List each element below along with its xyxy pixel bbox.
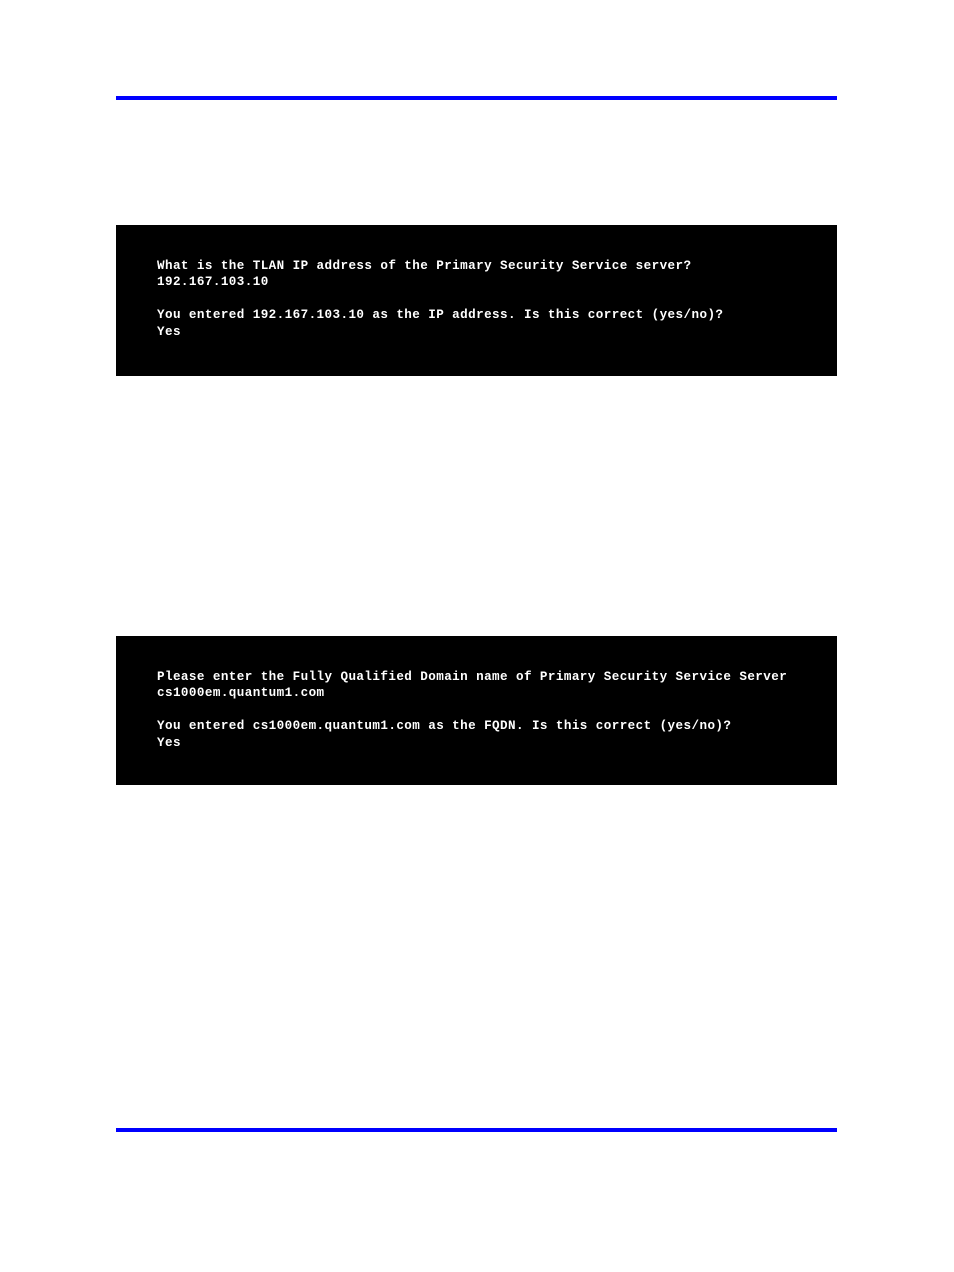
terminal-line: You entered cs1000em.quantum1.com as the… (157, 719, 732, 734)
terminal-line: What is the TLAN IP address of the Prima… (157, 259, 692, 273)
terminal-line: You entered 192.167.103.10 as the IP add… (157, 308, 724, 323)
terminal-line: Please enter the Fully Qualified Domain … (157, 670, 788, 684)
page-header (116, 52, 837, 92)
terminal-line: Yes (157, 324, 181, 339)
terminal-body: What is the TLAN IP address of the Prima… (157, 258, 829, 340)
terminal-line: 192.167.103.10 (157, 275, 269, 290)
terminal-block-fqdn: Please enter the Fully Qualified Domain … (116, 636, 837, 785)
terminal-block-tlan-ip: What is the TLAN IP address of the Prima… (116, 225, 837, 376)
terminal-line: Yes (157, 735, 181, 750)
header-rule (116, 96, 837, 100)
terminal-body: Please enter the Fully Qualified Domain … (157, 669, 829, 751)
footer-rule (116, 1128, 837, 1132)
document-page: What is the TLAN IP address of the Prima… (0, 0, 954, 1272)
terminal-line: cs1000em.quantum1.com (157, 686, 325, 701)
page-footer (116, 1140, 837, 1180)
